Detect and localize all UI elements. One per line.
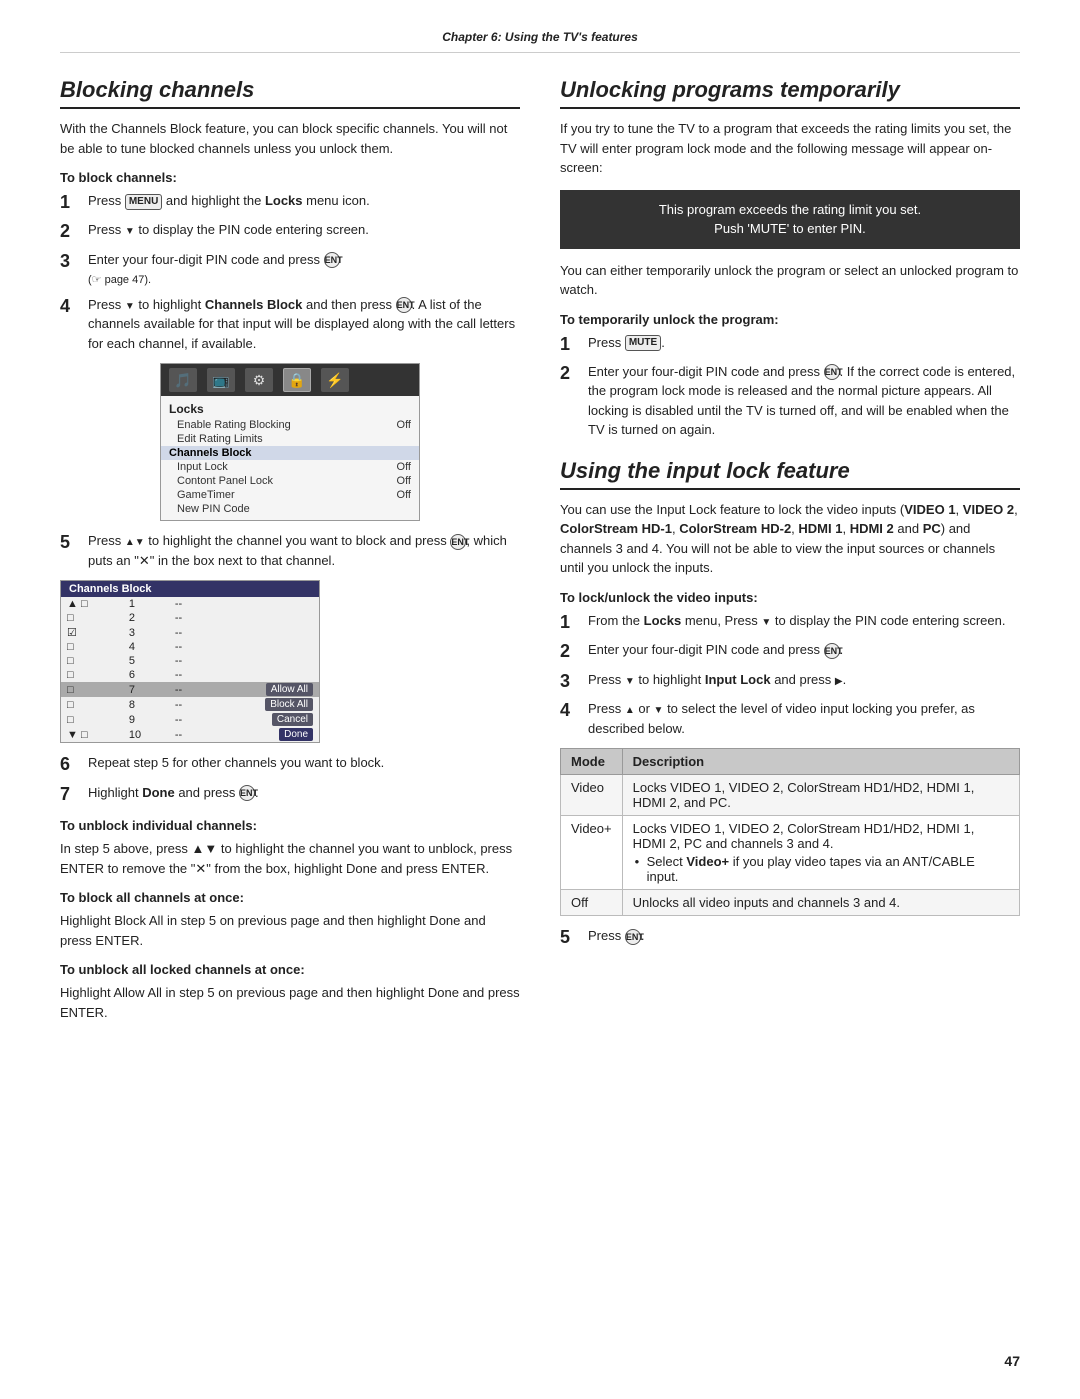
cb-row-3: ☑3-- [61,625,319,640]
cb-row-5: □5-- [61,654,319,668]
table-header-row: Mode Description [561,749,1020,775]
lock-step-1: 1 From the Locks menu, Press ▼ to displa… [560,611,1020,634]
cb-title: Channels Block [61,581,319,597]
mode-table: Mode Description Video Locks VIDEO 1, VI… [560,748,1020,916]
desc-video: Locks VIDEO 1, VIDEO 2, ColorStream HD1/… [622,775,1019,816]
enter-icon-3: ENT [324,252,340,268]
menu-locks-title: Locks [161,400,419,418]
cb-row-2: □2-- [61,611,319,625]
to-block-all-heading: To block all channels at once: [60,890,520,905]
description-col-header: Description [622,749,1019,775]
chapter-title-text: Chapter 6: Using the TV's features [442,30,638,44]
lock-step-3: 3 Press ▼ to highlight Input Lock and pr… [560,670,1020,693]
cb-row-10: ▼ □10--Done [61,727,319,742]
lock-unlock-steps: 1 From the Locks menu, Press ▼ to displa… [560,611,1020,738]
temp-unlock-steps: 1 Press MUTE. 2 Enter your four-digit PI… [560,333,1020,440]
to-unblock-all-heading: To unblock all locked channels at once: [60,962,520,977]
cb-row-6: □6-- [61,668,319,682]
enter-icon-lock-2: ENT [824,643,840,659]
desc-videoplus: Locks VIDEO 1, VIDEO 2, ColorStream HD1/… [622,816,1019,890]
to-unblock-individual-heading: To unblock individual channels: [60,818,520,833]
mode-col-header: Mode [561,749,623,775]
menu-icons-row: 🎵 📺 ⚙ 🔒 ⚡ [161,364,419,396]
step-3: 3 Enter your four-digit PIN code and pre… [60,250,520,289]
enter-icon-temp-2: ENT [824,364,840,380]
menu-game-timer: GameTimerOff [161,488,419,502]
menu-channels-block: Channels Block [161,446,419,460]
table-row-video: Video Locks VIDEO 1, VIDEO 2, ColorStrea… [561,775,1020,816]
cb-table: ▲ □1-- □2-- ☑3-- □4-- □5-- □6- [61,597,319,742]
menu-icon-1: 🎵 [169,368,197,392]
lock-step-2: 2 Enter your four-digit PIN code and pre… [560,640,1020,663]
cb-row-8: □8--Block All [61,697,319,712]
menu-icon-4-active: 🔒 [283,368,311,392]
chapter-header: Chapter 6: Using the TV's features [60,30,1020,53]
to-block-channels-heading: To block channels: [60,170,520,185]
cb-row-9: □9--Cancel [61,712,319,727]
blocking-channels-heading: Blocking channels [60,77,520,109]
blocking-intro-text: With the Channels Block feature, you can… [60,119,520,158]
table-row-off: Off Unlocks all video inputs and channel… [561,890,1020,916]
videoplus-bullet: Select Video+ if you play video tapes vi… [633,854,1009,884]
to-lock-unlock-heading: To lock/unlock the video inputs: [560,590,1020,605]
lock-step-5: 5 Press ENT. [560,926,1020,949]
input-lock-heading: Using the input lock feature [560,458,1020,490]
menu-enable-rating: Enable Rating BlockingOff [161,418,419,432]
menu-icon: MENU [125,194,162,210]
mode-off: Off [561,890,623,916]
temp-step-1: 1 Press MUTE. [560,333,1020,356]
enter-icon-7: ENT [239,785,255,801]
menu-icon-3: ⚙ [245,368,273,392]
lock-step-5-list: 5 Press ENT. [560,926,1020,949]
enter-icon-4: ENT [396,297,412,313]
locks-menu-screenshot: 🎵 📺 ⚙ 🔒 ⚡ Locks Enable Rating BlockingOf… [160,363,420,521]
unlocking-desc-text: You can either temporarily unlock the pr… [560,261,1020,300]
to-temp-unlock-heading: To temporarily unlock the program: [560,312,1020,327]
to-unblock-all-text: Highlight Allow All in step 5 on previou… [60,983,520,1022]
step-5: 5 Press ▲▼ to highlight the channel you … [60,531,520,570]
down-arrow-4: ▼ [125,301,135,312]
menu-icon-5: ⚡ [321,368,349,392]
enter-icon-lock-5: ENT [625,929,641,945]
to-block-all-text: Highlight Block All in step 5 on previou… [60,911,520,950]
block-channels-steps: 1 Press MENU and highlight the Locks men… [60,191,520,353]
step-7: 7 Highlight Done and press ENT. [60,783,520,806]
unlocking-programs-heading: Unlocking programs temporarily [560,77,1020,109]
block-channels-steps-3: 6 Repeat step 5 for other channels you w… [60,753,520,806]
cb-row-4: □4-- [61,640,319,654]
unlocking-intro-text: If you try to tune the TV to a program t… [560,119,1020,178]
cb-row-arrow: ▲ □1-- [61,597,319,611]
step-6: 6 Repeat step 5 for other channels you w… [60,753,520,776]
lock-step-4: 4 Press ▲ or ▼ to select the level of vi… [560,699,1020,738]
mute-icon: MUTE [625,335,661,351]
channels-block-screenshot: Channels Block ▲ □1-- □2-- ☑3-- □4-- [60,580,320,743]
to-unblock-individual-text: In step 5 above, press ▲▼ to highlight t… [60,839,520,878]
input-lock-intro: You can use the Input Lock feature to lo… [560,500,1020,578]
menu-content-panel: Contont Panel LockOff [161,474,419,488]
page-number: 47 [1004,1353,1020,1369]
menu-input-lock: Input LockOff [161,460,419,474]
step-1: 1 Press MENU and highlight the Locks men… [60,191,520,214]
menu-icon-2: 📺 [207,368,235,392]
block-channels-steps-2: 5 Press ▲▼ to highlight the channel you … [60,531,520,570]
info-box-line2: Push 'MUTE' to enter PIN. [576,219,1004,239]
temp-step-2: 2 Enter your four-digit PIN code and pre… [560,362,1020,440]
right-column: Unlocking programs temporarily If you tr… [560,77,1020,1030]
enter-icon-5: ENT [450,534,466,550]
cb-row-7: □7--Allow All [61,682,319,697]
menu-new-pin: New PIN Code [161,502,419,516]
left-column: Blocking channels With the Channels Bloc… [60,77,520,1030]
menu-body: Locks Enable Rating BlockingOff Edit Rat… [161,396,419,520]
menu-edit-rating: Edit Rating Limits [161,432,419,446]
desc-off: Unlocks all video inputs and channels 3 … [622,890,1019,916]
step-4: 4 Press ▼ to highlight Channels Block an… [60,295,520,354]
down-arrow-1: ▼ [125,226,135,237]
table-row-videoplus: Video+ Locks VIDEO 1, VIDEO 2, ColorStre… [561,816,1020,890]
mode-videoplus: Video+ [561,816,623,890]
mode-video: Video [561,775,623,816]
step-2: 2 Press ▼ to display the PIN code enteri… [60,220,520,243]
info-box: This program exceeds the rating limit yo… [560,190,1020,249]
info-box-line1: This program exceeds the rating limit yo… [576,200,1004,220]
